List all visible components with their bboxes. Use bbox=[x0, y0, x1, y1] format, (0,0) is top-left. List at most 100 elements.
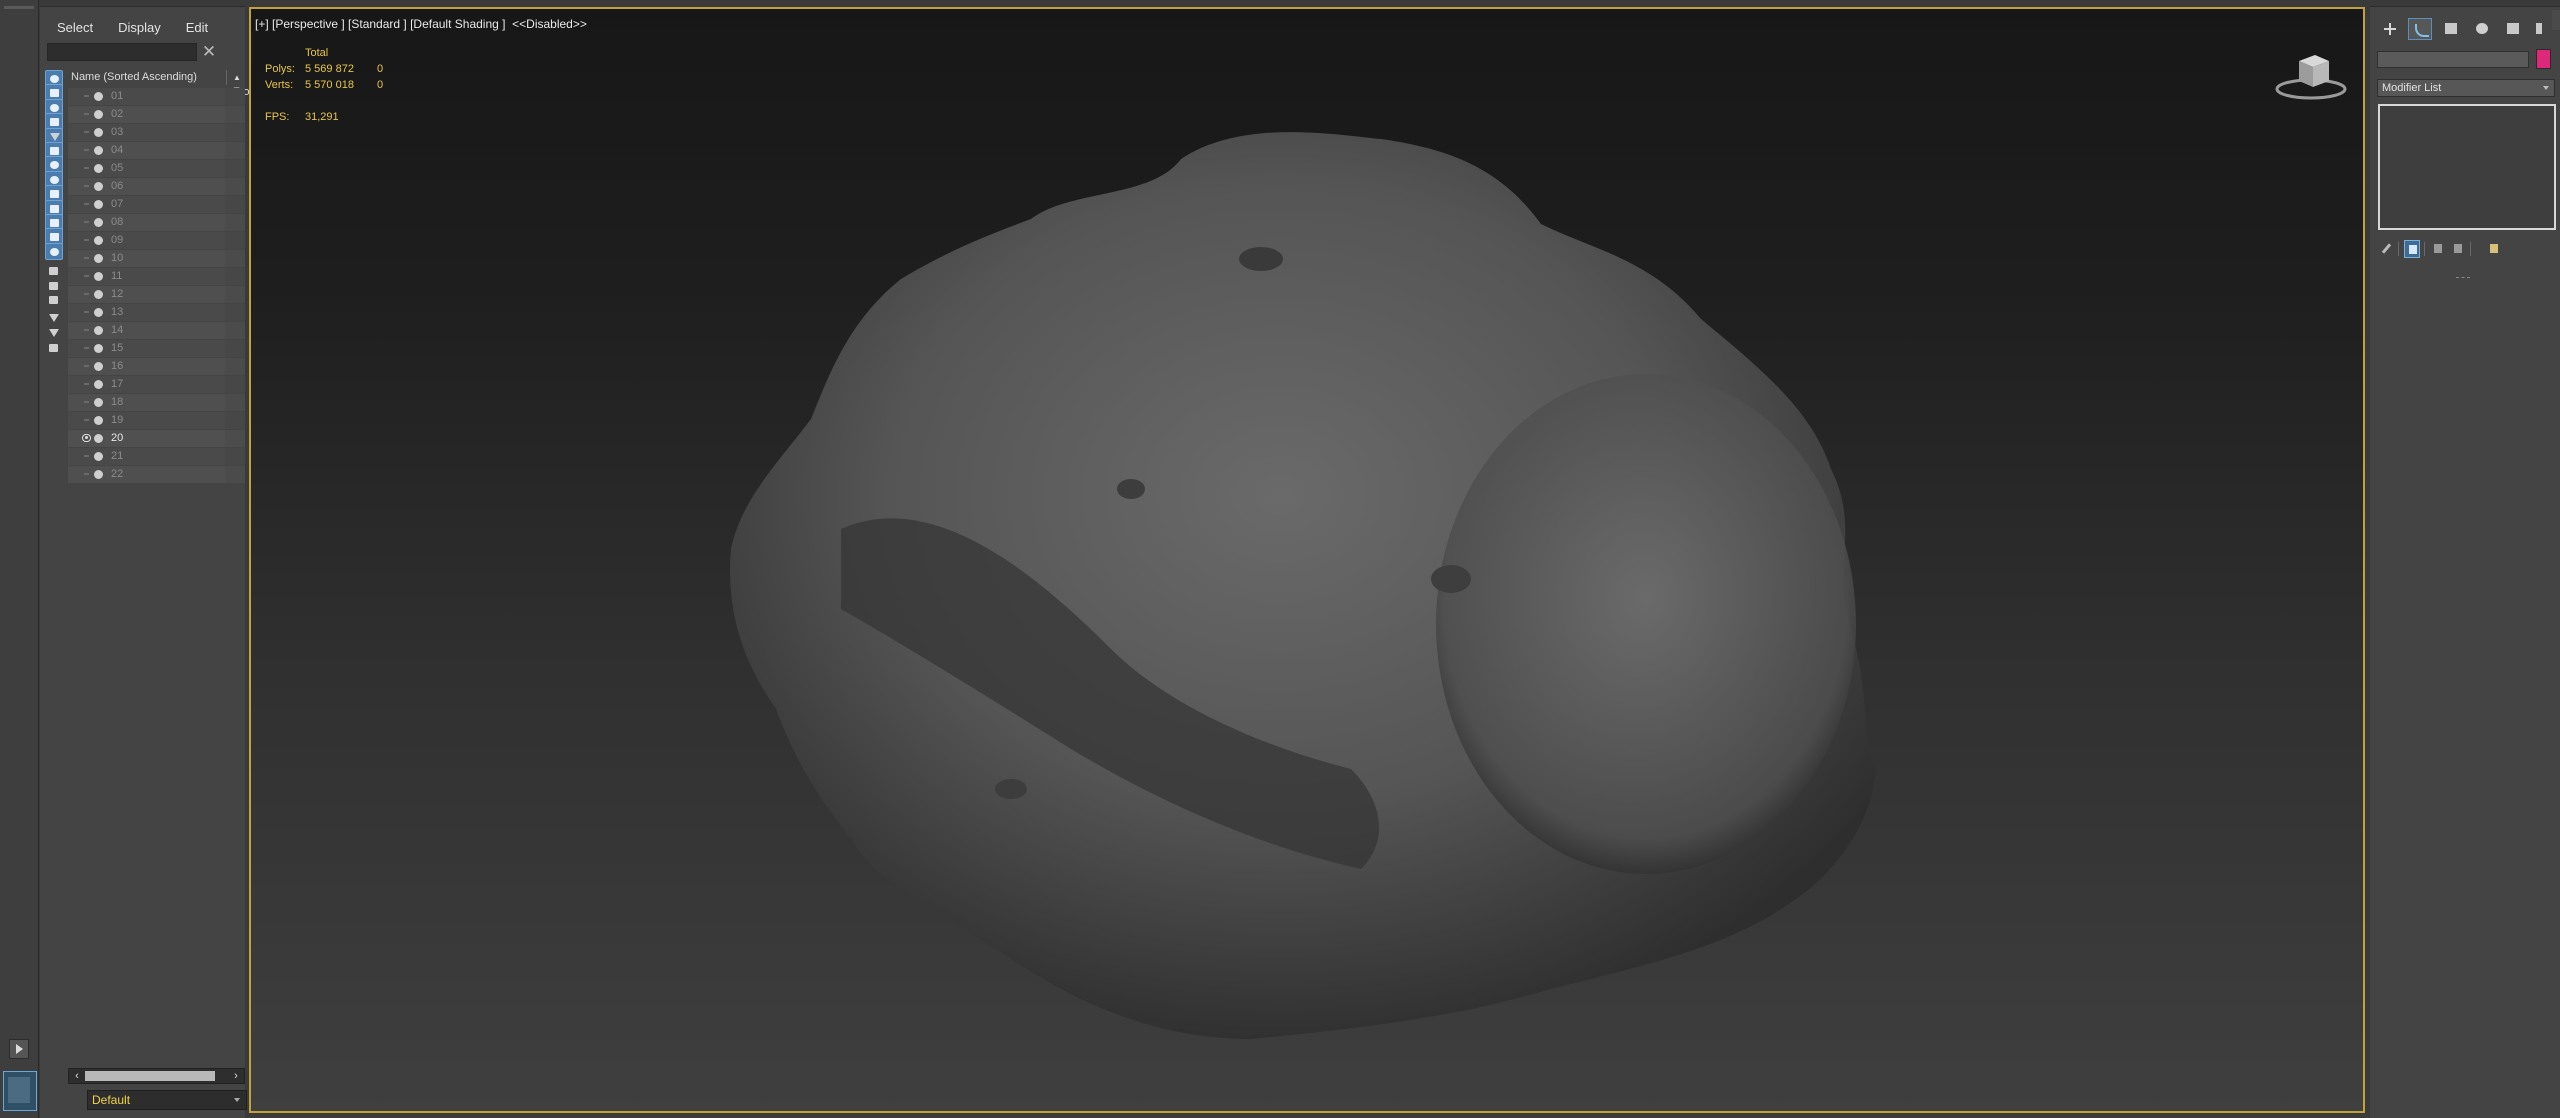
frozen-toggle[interactable] bbox=[225, 376, 245, 393]
frozen-toggle[interactable] bbox=[225, 178, 245, 195]
eye-hidden-icon[interactable] bbox=[82, 398, 91, 406]
eye-hidden-icon[interactable] bbox=[82, 92, 91, 100]
layer-row[interactable]: 10 bbox=[68, 250, 245, 267]
display-all-icon[interactable] bbox=[45, 243, 63, 260]
frozen-toggle[interactable] bbox=[225, 466, 245, 483]
menu-select[interactable]: Select bbox=[40, 18, 101, 38]
eye-hidden-icon[interactable] bbox=[82, 182, 91, 190]
eye-hidden-icon[interactable] bbox=[82, 254, 91, 262]
frozen-toggle[interactable] bbox=[225, 232, 245, 249]
eye-visible-icon[interactable] bbox=[82, 434, 91, 442]
explorer-titlebar[interactable] bbox=[40, 0, 245, 7]
frozen-toggle[interactable] bbox=[225, 448, 245, 465]
eye-hidden-icon[interactable] bbox=[82, 272, 91, 280]
layer-row[interactable]: 07 bbox=[68, 196, 245, 213]
search-input[interactable] bbox=[47, 43, 197, 61]
remove-modifier-icon[interactable] bbox=[2450, 240, 2466, 258]
layer-row[interactable]: 11 bbox=[68, 268, 245, 285]
utilities-tab-icon[interactable] bbox=[2532, 18, 2546, 40]
eye-hidden-icon[interactable] bbox=[82, 110, 91, 118]
layer-row[interactable]: 17 bbox=[68, 376, 245, 393]
menu-display[interactable]: Display bbox=[101, 18, 169, 38]
command-panel-titlebar[interactable] bbox=[2370, 0, 2560, 7]
eye-hidden-icon[interactable] bbox=[82, 452, 91, 460]
eye-hidden-icon[interactable] bbox=[82, 146, 91, 154]
scrollbar-thumb[interactable] bbox=[85, 1071, 215, 1081]
frozen-toggle[interactable] bbox=[225, 88, 245, 105]
configure-modifier-sets-icon[interactable] bbox=[2486, 240, 2502, 258]
layer-row[interactable]: 04 bbox=[68, 142, 245, 159]
horizontal-scrollbar[interactable]: ‹ › bbox=[68, 1068, 245, 1084]
motion-tab-icon[interactable] bbox=[2470, 18, 2494, 40]
create-tab-icon[interactable] bbox=[2378, 18, 2402, 40]
column-divider[interactable] bbox=[226, 70, 227, 85]
layer-row[interactable]: 22 bbox=[68, 466, 245, 483]
eye-hidden-icon[interactable] bbox=[82, 128, 91, 136]
perspective-viewport[interactable]: [+] [Perspective ] [Standard ] [Default … bbox=[249, 7, 2365, 1113]
frozen-toggle[interactable] bbox=[225, 412, 245, 429]
name-column-header[interactable]: Name (Sorted Ascending) bbox=[71, 70, 197, 85]
layer-row[interactable]: 15 bbox=[68, 340, 245, 357]
show-end-result-icon[interactable] bbox=[2404, 240, 2420, 258]
frozen-toggle[interactable] bbox=[225, 358, 245, 375]
display-children-icon[interactable] bbox=[45, 292, 63, 309]
frozen-toggle[interactable] bbox=[225, 250, 245, 267]
layer-row[interactable]: 12 bbox=[68, 286, 245, 303]
scroll-left-icon[interactable]: ‹ bbox=[71, 1070, 83, 1082]
layer-row[interactable]: 05 bbox=[68, 160, 245, 177]
eye-hidden-icon[interactable] bbox=[82, 380, 91, 388]
eye-hidden-icon[interactable] bbox=[82, 218, 91, 226]
hierarchy-tab-icon[interactable] bbox=[2439, 18, 2463, 40]
eye-hidden-icon[interactable] bbox=[82, 290, 91, 298]
frozen-toggle[interactable] bbox=[225, 196, 245, 213]
eye-hidden-icon[interactable] bbox=[82, 344, 91, 352]
frozen-toggle[interactable] bbox=[225, 160, 245, 177]
clear-search-icon[interactable]: ✕ bbox=[200, 43, 218, 61]
layer-row[interactable]: 18 bbox=[68, 394, 245, 411]
frozen-toggle[interactable] bbox=[225, 322, 245, 339]
layer-manager-icon[interactable] bbox=[45, 340, 63, 357]
frozen-toggle[interactable] bbox=[225, 304, 245, 321]
eye-hidden-icon[interactable] bbox=[82, 200, 91, 208]
layer-row[interactable]: 20 bbox=[68, 430, 245, 447]
eye-hidden-icon[interactable] bbox=[82, 308, 91, 316]
layer-row[interactable]: 08 bbox=[68, 214, 245, 231]
layer-row[interactable]: 14 bbox=[68, 322, 245, 339]
rollout-splitter[interactable] bbox=[2456, 277, 2470, 280]
eye-hidden-icon[interactable] bbox=[82, 326, 91, 334]
frozen-toggle[interactable] bbox=[225, 430, 245, 447]
modifier-list-dropdown[interactable]: Modifier List bbox=[2377, 79, 2555, 97]
pin-stack-icon[interactable] bbox=[2378, 240, 2394, 258]
object-color-swatch[interactable] bbox=[2536, 49, 2551, 69]
scroll-right-icon[interactable]: › bbox=[230, 1070, 242, 1082]
layer-row[interactable]: 21 bbox=[68, 448, 245, 465]
eye-hidden-icon[interactable] bbox=[82, 236, 91, 244]
frozen-toggle[interactable] bbox=[225, 106, 245, 123]
modifier-stack[interactable] bbox=[2378, 104, 2556, 230]
expand-panel-button[interactable] bbox=[9, 1039, 29, 1059]
eye-hidden-icon[interactable] bbox=[82, 164, 91, 172]
frozen-toggle[interactable] bbox=[225, 340, 245, 357]
eye-hidden-icon[interactable] bbox=[82, 470, 91, 478]
layer-row[interactable]: 09 bbox=[68, 232, 245, 249]
object-name-field[interactable] bbox=[2377, 51, 2529, 68]
rock-mesh[interactable] bbox=[251, 9, 2365, 1113]
layer-row[interactable]: 16 bbox=[68, 358, 245, 375]
panel-options-button[interactable] bbox=[2552, 10, 2560, 30]
layer-row[interactable]: 13 bbox=[68, 304, 245, 321]
eye-hidden-icon[interactable] bbox=[82, 362, 91, 370]
current-layer-dropdown[interactable]: Default bbox=[87, 1090, 247, 1110]
eye-hidden-icon[interactable] bbox=[82, 416, 91, 424]
frozen-toggle[interactable] bbox=[225, 142, 245, 159]
display-tab-icon[interactable] bbox=[2501, 18, 2525, 40]
frozen-toggle[interactable] bbox=[225, 268, 245, 285]
make-unique-icon[interactable] bbox=[2430, 240, 2446, 258]
modify-tab-icon[interactable] bbox=[2408, 18, 2432, 40]
layer-row[interactable]: 06 bbox=[68, 178, 245, 195]
layer-row[interactable]: 02 bbox=[68, 106, 245, 123]
layer-row[interactable]: 19 bbox=[68, 412, 245, 429]
frozen-toggle[interactable] bbox=[225, 394, 245, 411]
menu-edit[interactable]: Edit bbox=[169, 18, 216, 38]
frozen-toggle[interactable] bbox=[225, 214, 245, 231]
frozen-toggle[interactable] bbox=[225, 286, 245, 303]
